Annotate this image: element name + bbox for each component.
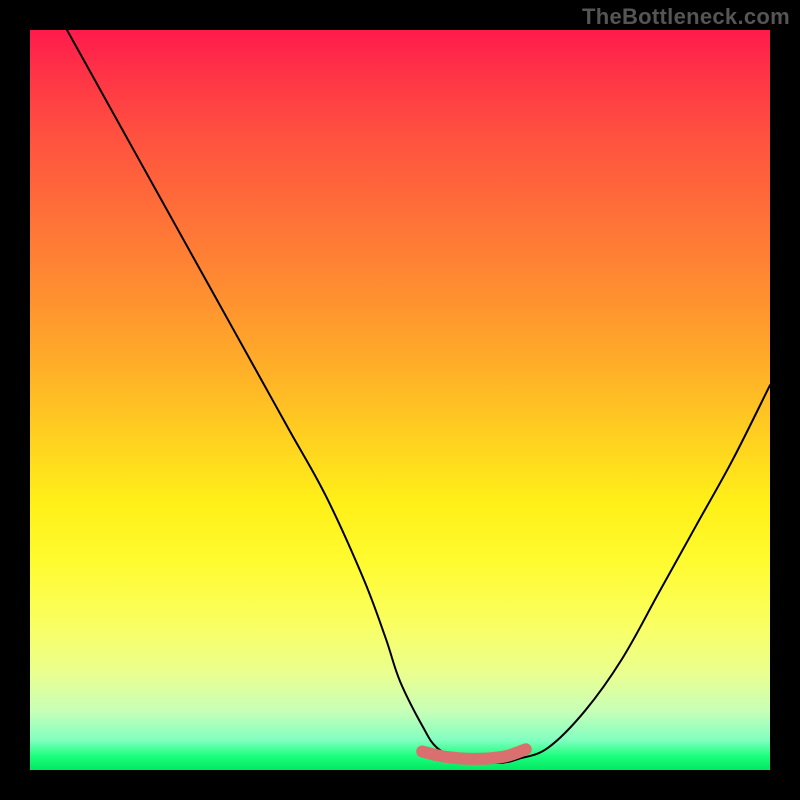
highlight-segment xyxy=(422,749,526,759)
main-curve-line xyxy=(67,30,770,763)
watermark-text: TheBottleneck.com xyxy=(582,4,790,30)
chart-svg xyxy=(30,30,770,770)
chart-plot-area xyxy=(30,30,770,770)
